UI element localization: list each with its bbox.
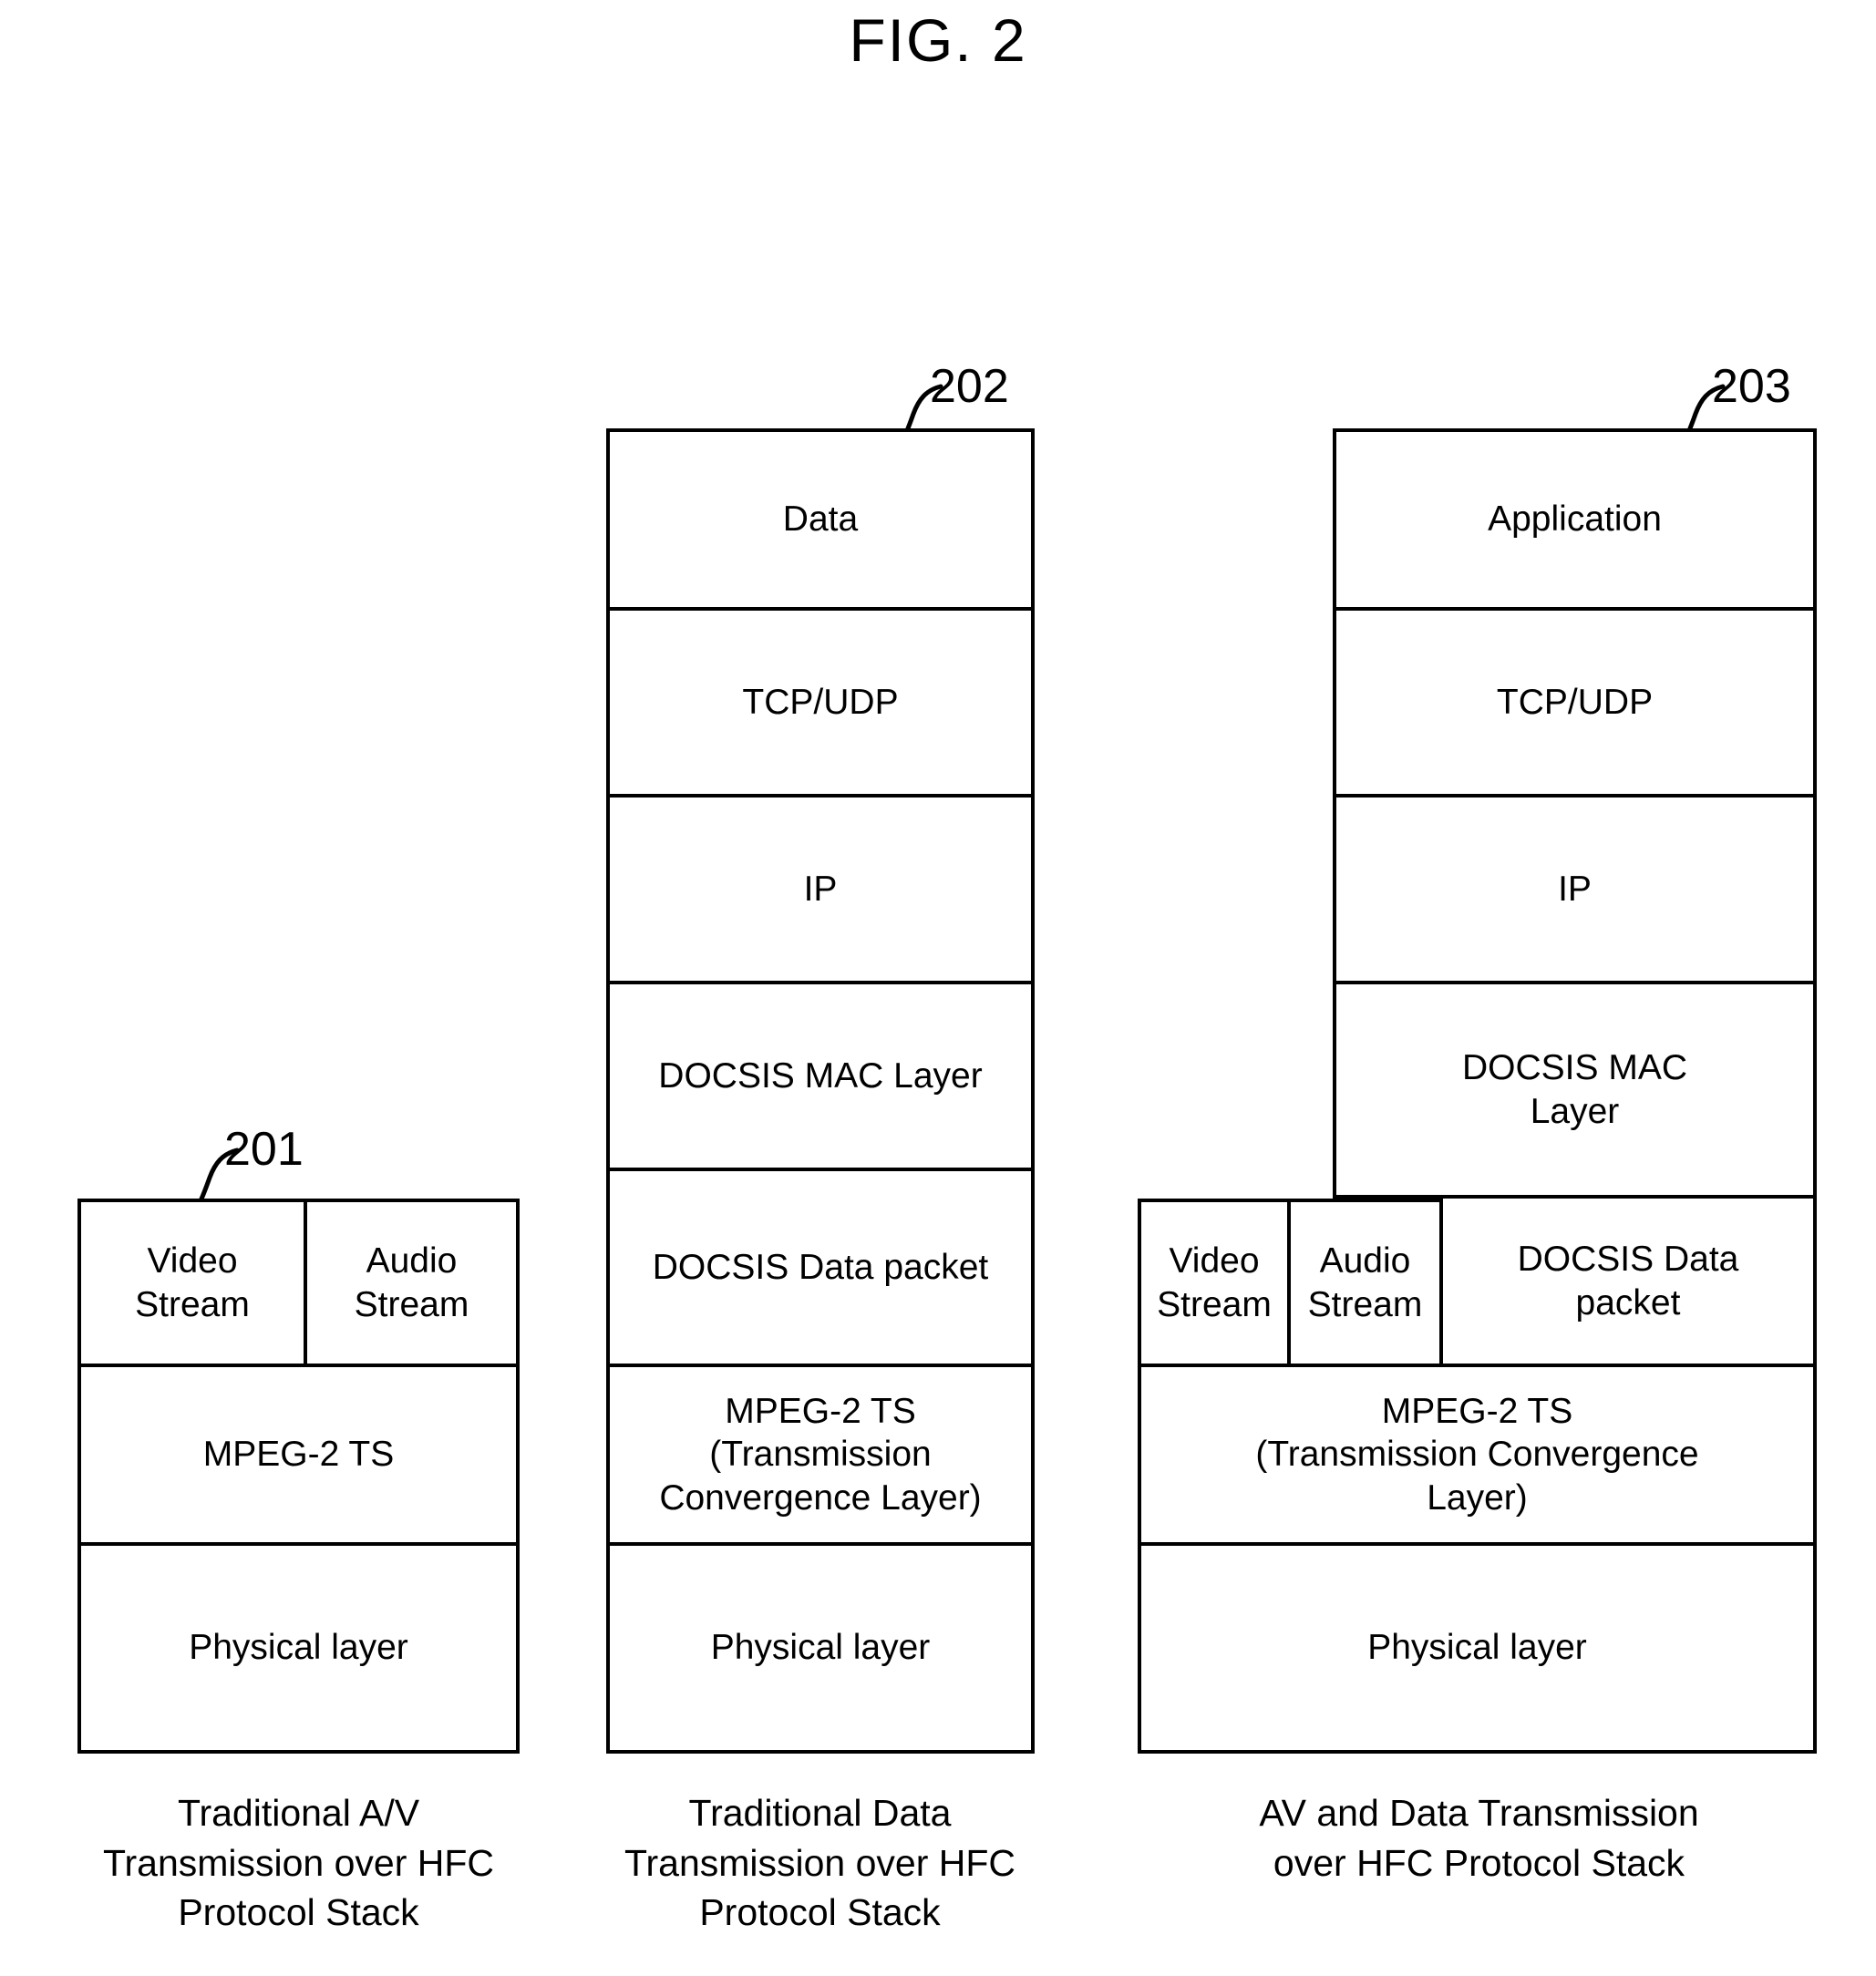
stack3-tcp-udp-label: TCP/UDP (1496, 682, 1654, 722)
stack1-physical-layer-label: Physical layer (189, 1628, 408, 1668)
stack2-layer-tcp-udp: TCP/UDP (606, 611, 1035, 798)
stack2-docsis-data-packet-label: DOCSIS Data packet (652, 1247, 989, 1287)
stack3-mpeg2-ts-label: MPEG-2 TS (Transmission Convergence Laye… (1255, 1391, 1699, 1518)
stack1-layer-video-stream: Video Stream (77, 1199, 307, 1367)
stack3-layer-ip: IP (1333, 798, 1817, 984)
stack1-layer-physical: Physical layer (77, 1546, 520, 1754)
stack3-layer-tcp-udp: TCP/UDP (1333, 611, 1817, 798)
stack3-physical-layer-label: Physical layer (1367, 1628, 1587, 1668)
stack2-caption: Traditional Data Transmission over HFC P… (624, 1792, 1016, 1934)
stack2-layer-mpeg2-ts: MPEG-2 TS (Transmission Convergence Laye… (606, 1367, 1035, 1546)
stack1-layer-mpeg2-ts: MPEG-2 TS (77, 1367, 520, 1546)
stack2-layer-physical: Physical layer (606, 1546, 1035, 1754)
stack3-layer-video-stream: Video Stream (1138, 1199, 1291, 1367)
stack2-ip-label: IP (803, 869, 838, 909)
stack2-layer-docsis-mac: DOCSIS MAC Layer (606, 984, 1035, 1171)
stack3-application-label: Application (1488, 499, 1662, 540)
stack3-layer-application: Application (1333, 428, 1817, 611)
stack3-layer-audio-stream: Audio Stream (1291, 1199, 1443, 1367)
stack3-ip-label: IP (1558, 869, 1592, 909)
stack3-layer-physical: Physical layer (1138, 1546, 1817, 1754)
stack3-docsis-data-packet-label: DOCSIS Data packet (1517, 1239, 1739, 1322)
stack3-layer-mpeg2-ts: MPEG-2 TS (Transmission Convergence Laye… (1138, 1367, 1817, 1546)
stack3-docsis-mac-label: DOCSIS MAC Layer (1461, 1047, 1688, 1131)
stack2-data-label: Data (782, 499, 859, 540)
stack2-layer-ip: IP (606, 798, 1035, 984)
stack1-video-stream-label: Video Stream (135, 1240, 250, 1324)
stack1-caption: Traditional A/V Transmission over HFC Pr… (102, 1792, 495, 1934)
stack2-layer-docsis-data-packet: DOCSIS Data packet (606, 1171, 1035, 1367)
stack3-layer-docsis-data-packet: DOCSIS Data packet (1443, 1199, 1817, 1367)
stack2-layer-data: Data (606, 428, 1035, 611)
stack3-audio-stream-label: Audio Stream (1307, 1240, 1423, 1324)
figure-title: FIG. 2 (849, 6, 1027, 74)
stack3-video-stream-label: Video Stream (1157, 1240, 1272, 1324)
stack3-layer-docsis-mac: DOCSIS MAC Layer (1333, 984, 1817, 1199)
stack2-physical-layer-label: Physical layer (710, 1628, 931, 1668)
stack3-caption: AV and Data Transmission over HFC Protoc… (1259, 1792, 1699, 1884)
stack1-layer-audio-stream: Audio Stream (307, 1199, 520, 1367)
stack1-audio-stream-label: Audio Stream (354, 1240, 469, 1324)
stack2-mpeg2-ts-label: MPEG-2 TS (Transmission Convergence Laye… (659, 1391, 982, 1518)
stack2-docsis-mac-label: DOCSIS MAC Layer (658, 1055, 983, 1096)
stack1-mpeg2-ts-label: MPEG-2 TS (202, 1435, 395, 1475)
stack2-tcp-udp-label: TCP/UDP (742, 682, 899, 722)
